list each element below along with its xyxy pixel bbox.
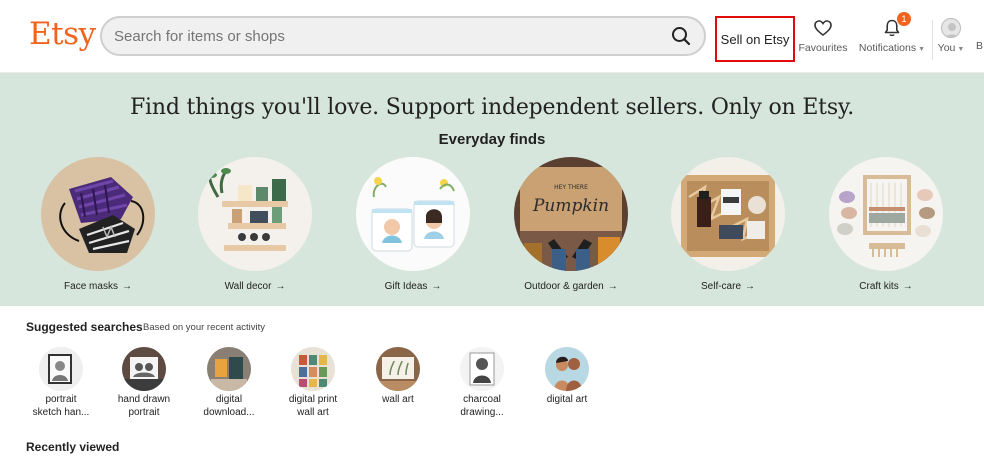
recently-viewed-heading: Recently viewed	[26, 440, 120, 454]
hero-title: Find things you'll love. Support indepen…	[129, 95, 855, 120]
portrait-sketch-thumbnail-icon	[39, 347, 83, 391]
search-icon	[672, 27, 691, 46]
notifications-label: Notifications	[858, 42, 917, 54]
header: Etsy Sell on Etsy Favourites 1 Notificat…	[0, 0, 984, 73]
hero-banner: Find things you'll love. Support indepen…	[0, 73, 984, 306]
doormat-photo-icon: HEY THERE Pumpkin	[514, 157, 628, 271]
user-silhouette-icon	[944, 23, 960, 37]
category-gift-ideas[interactable]: Gift Ideas →	[338, 157, 488, 297]
category-self-care[interactable]: Self-care →	[653, 157, 803, 297]
search-bar	[100, 16, 706, 56]
suggested-searches-heading: Suggested searches	[26, 320, 143, 334]
arrow-right-icon: →	[121, 281, 132, 292]
notification-count-badge: 1	[897, 12, 911, 26]
notifications-button[interactable]: 1 Notifications ▼	[857, 12, 927, 60]
wall-art-thumbnail-icon	[376, 347, 420, 391]
digital-print-wall-art-thumbnail-icon	[291, 347, 335, 391]
craft-kits-photo-icon	[829, 157, 943, 271]
category-outdoor-garden[interactable]: HEY THERE Pumpkin Outdoor & garden →	[496, 157, 646, 297]
doormat-small-text: HEY THERE	[554, 184, 588, 191]
search-input[interactable]	[114, 26, 654, 46]
arrow-right-icon: →	[745, 281, 755, 292]
category-wall-decor[interactable]: Wall decor →	[180, 157, 330, 297]
basket-label-cut[interactable]: B	[976, 40, 983, 52]
arrow-right-icon: →	[607, 281, 618, 292]
category-label: Craft kits →	[859, 281, 913, 292]
everyday-finds-heading: Everyday finds	[438, 131, 546, 148]
gift-ideas-photo-icon	[356, 157, 470, 271]
nav-divider	[932, 20, 933, 60]
self-care-box-photo-icon	[671, 157, 785, 271]
suggested-search-label: charcoal drawing...	[460, 394, 504, 418]
search-button[interactable]	[670, 25, 692, 47]
avatar	[941, 18, 961, 38]
category-label: Face masks →	[64, 281, 132, 292]
suggested-search-label: digital art	[546, 394, 588, 405]
suggested-searches-note: Based on your recent activity	[143, 322, 265, 333]
arrow-right-icon: →	[902, 281, 913, 292]
hand-drawn-portrait-thumbnail-icon	[122, 347, 166, 391]
face-masks-photo-icon	[41, 157, 155, 271]
suggested-search-label: hand drawn portrait	[117, 394, 171, 418]
category-label: Self-care →	[700, 281, 755, 292]
etsy-logo[interactable]: Etsy	[29, 16, 96, 52]
you-nav: You ▼	[938, 42, 965, 54]
you-account-button[interactable]: You ▼	[934, 18, 968, 60]
wall-decor-photo-icon	[198, 157, 312, 271]
charcoal-drawing-thumbnail-icon	[460, 347, 504, 391]
favourites-label: Favourites	[798, 42, 848, 54]
notifications-nav: Notifications ▼	[859, 42, 925, 54]
arrow-right-icon: →	[275, 281, 286, 292]
digital-download-thumbnail-icon	[207, 347, 251, 391]
category-label: Wall decor →	[224, 281, 286, 292]
caret-down-icon: ▼	[918, 46, 926, 53]
suggested-search-label: digital download...	[203, 394, 255, 418]
you-label: You	[937, 42, 956, 54]
suggested-search-label: portrait sketch han...	[32, 394, 90, 418]
suggested-search-label: wall art	[382, 394, 414, 405]
sell-on-etsy-button[interactable]: Sell on Etsy	[715, 16, 795, 62]
category-face-masks[interactable]: Face masks →	[23, 157, 173, 297]
arrow-right-icon: →	[431, 281, 442, 292]
category-label: Outdoor & garden →	[524, 281, 618, 292]
doormat-text: Pumpkin	[532, 196, 609, 216]
category-label: Gift Ideas →	[384, 281, 442, 292]
category-craft-kits[interactable]: Craft kits →	[811, 157, 961, 297]
favourites-button[interactable]: Favourites	[798, 18, 848, 60]
caret-down-icon: ▼	[957, 46, 965, 53]
suggested-search-label: digital print wall art	[288, 394, 338, 418]
heart-icon	[814, 20, 832, 37]
digital-art-thumbnail-icon	[545, 347, 589, 391]
